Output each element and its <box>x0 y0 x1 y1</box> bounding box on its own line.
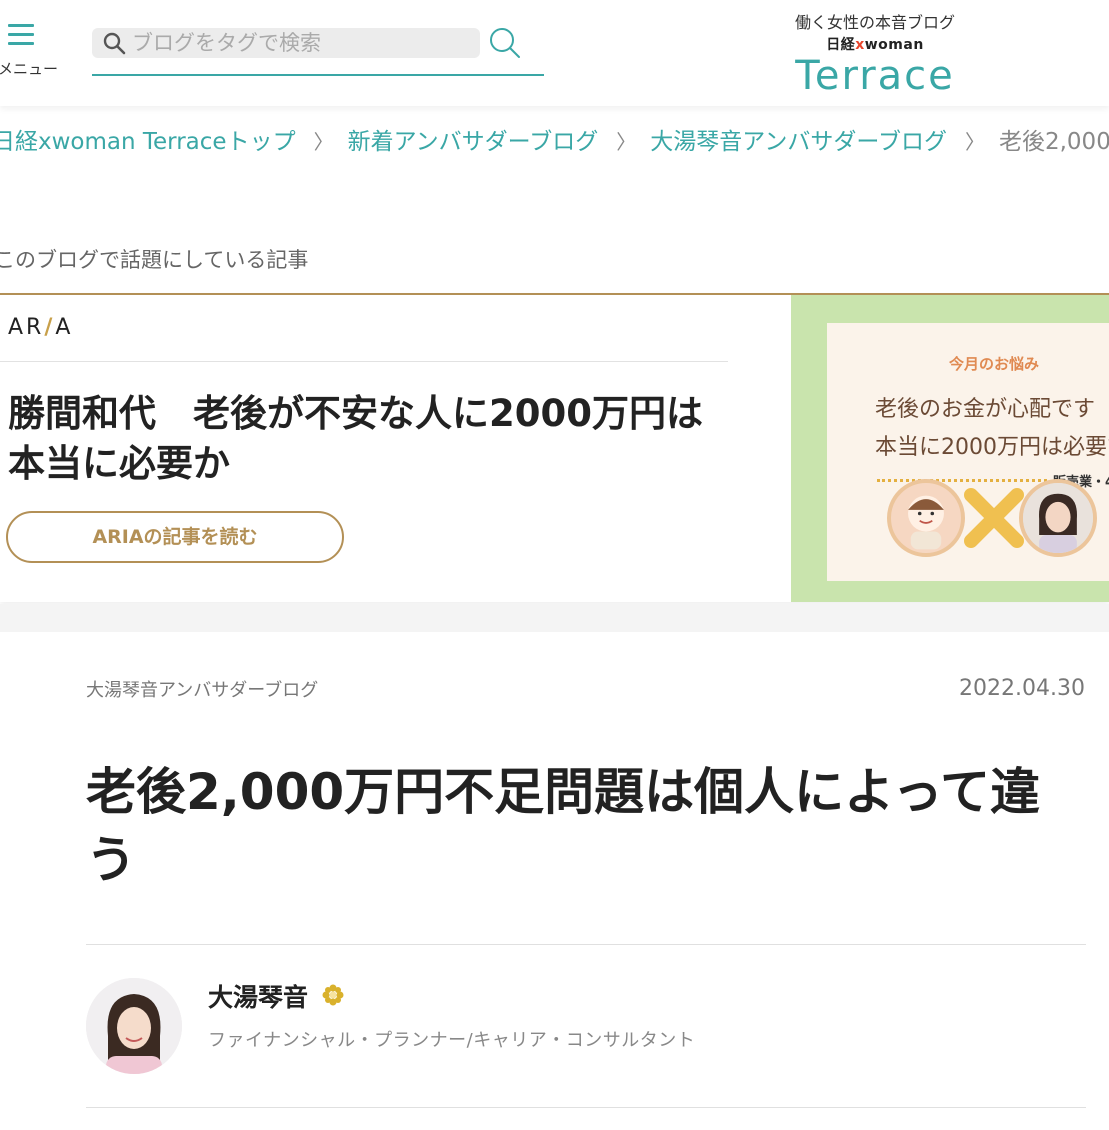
logo-brand: 日経xwoman <box>826 37 924 53</box>
search-box <box>92 28 480 58</box>
menu-button[interactable]: メニュー <box>0 20 60 90</box>
breadcrumb-separator: 〉 <box>616 130 637 154</box>
search-icon <box>103 32 126 55</box>
trending-article-card[interactable]: AR/A 勝間和代 老後が不安な人に2000万円は本当に必要か ARIAの記事を… <box>0 293 1109 602</box>
article-date: 2022.04.30 <box>959 676 1085 701</box>
search-input[interactable] <box>132 28 472 58</box>
divider <box>86 1107 1086 1108</box>
site-header: メニュー 働く女性の本音ブログ 日経xwoman Terrace <box>0 0 1109 106</box>
menu-label: メニュー <box>0 60 59 78</box>
image-question-line1: 老後のお金が心配です <box>875 397 1096 422</box>
breadcrumb-separator: 〉 <box>964 130 985 154</box>
breadcrumb-item-top[interactable]: 日経xwoman Terraceトップ <box>0 129 296 155</box>
illustration-avatar <box>887 479 965 557</box>
author-avatar[interactable] <box>86 978 182 1074</box>
article-title: 老後2,000万円不足問題は個人によって違う <box>86 763 1041 889</box>
divider <box>86 944 1086 945</box>
breadcrumb-item-new-blogs[interactable]: 新着アンバサダーブログ <box>348 129 599 155</box>
trending-heading: このブログで話題にしている記事 <box>0 248 309 272</box>
site-logo[interactable]: 働く女性の本音ブログ 日経xwoman Terrace <box>770 12 980 98</box>
search-submit-icon[interactable] <box>488 26 522 60</box>
breadcrumb-separator: 〉 <box>313 130 334 154</box>
read-aria-article-button[interactable]: ARIAの記事を読む <box>6 511 344 563</box>
image-label: 今月のお悩み <box>949 355 1040 373</box>
hamburger-menu-icon <box>8 24 34 46</box>
ambassador-badge-icon <box>322 984 344 1006</box>
image-dotted-line <box>877 479 1047 482</box>
card-divider <box>0 361 728 362</box>
breadcrumb-current: 老後2,000万円不足問題は個人によって違う <box>998 129 1109 155</box>
tag-search <box>92 26 544 78</box>
author-role: ファイナンシャル・プランナー/キャリア・コンサルタント <box>208 1030 696 1051</box>
search-underline <box>92 74 544 76</box>
breadcrumb: 日経xwoman Terraceトップ〉新着アンバサダーブログ〉大湯琴音アンバサ… <box>0 124 1109 160</box>
logo-name: Terrace <box>795 53 955 99</box>
article-category-link[interactable]: 大湯琴音アンバサダーブログ <box>86 676 318 702</box>
aria-logo: AR/A <box>8 315 74 340</box>
logo-tagline: 働く女性の本音ブログ <box>794 13 955 32</box>
image-question-line2: 本当に2000万円は必要です <box>875 435 1109 460</box>
section-gap <box>0 604 1109 632</box>
advisor-photo <box>1019 479 1097 557</box>
breadcrumb-item-author-blog[interactable]: 大湯琴音アンバサダーブログ <box>650 129 947 155</box>
author-name[interactable]: 大湯琴音 <box>208 978 308 1014</box>
trending-article-image[interactable]: 今月のお悩み 老後のお金が心配です 本当に2000万円は必要です 販売業・44歳 <box>791 295 1109 602</box>
trending-article-title[interactable]: 勝間和代 老後が不安な人に2000万円は本当に必要か <box>8 389 728 489</box>
